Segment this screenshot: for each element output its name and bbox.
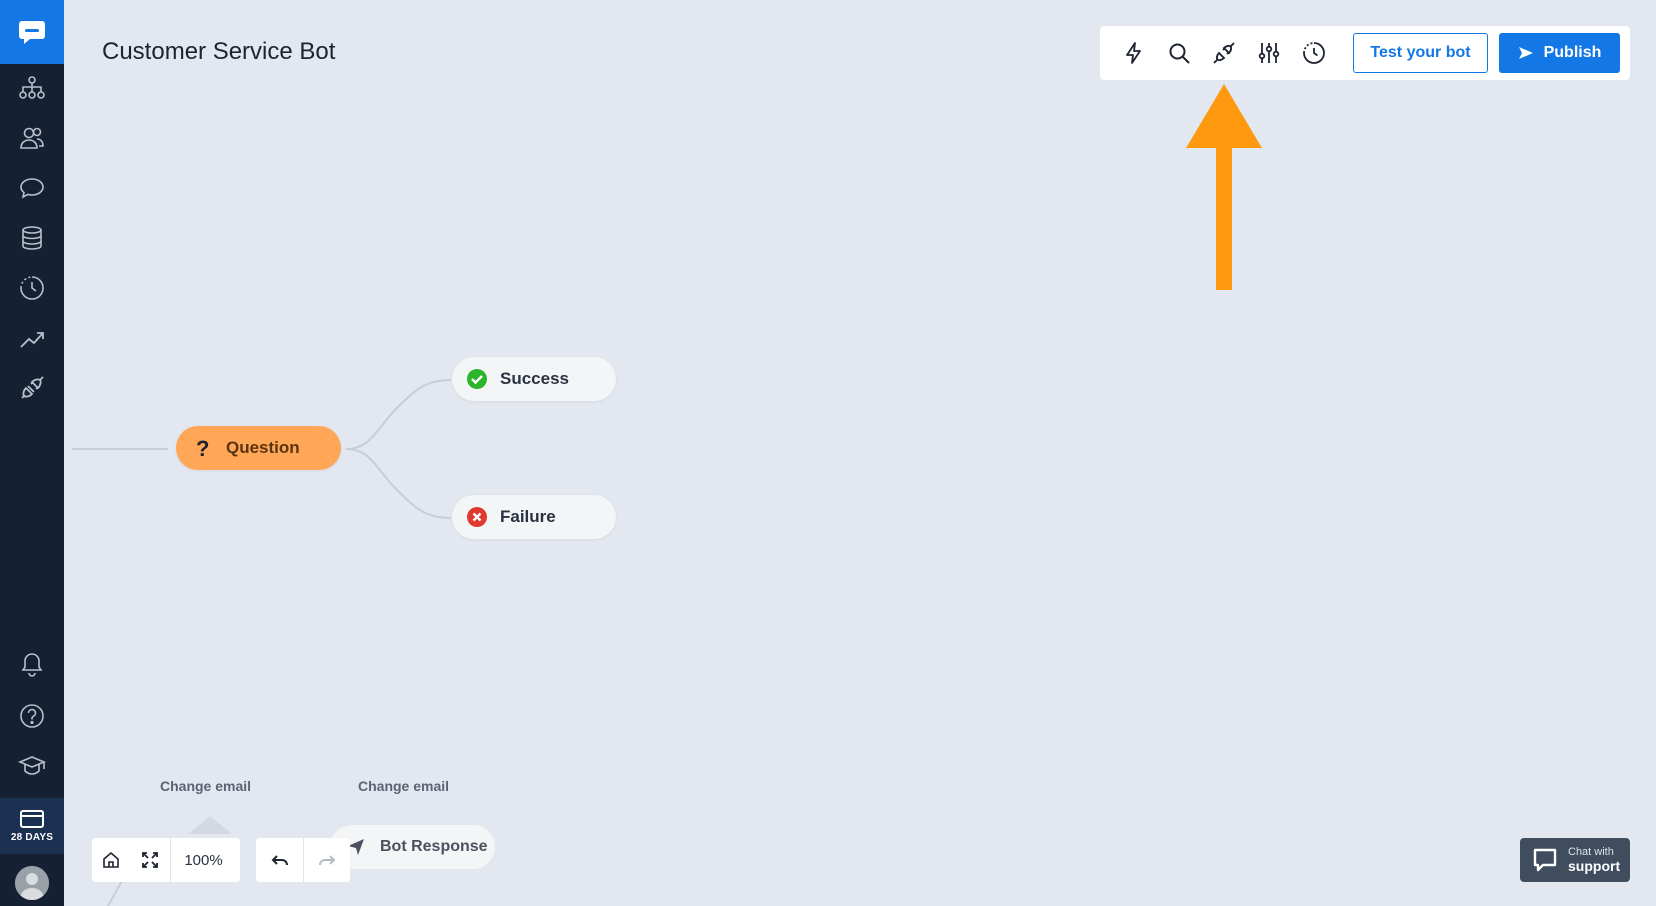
- search-button[interactable]: [1165, 39, 1193, 67]
- settings-button[interactable]: [1255, 39, 1283, 67]
- question-mark-icon: ?: [192, 437, 214, 459]
- chat-with-support-button[interactable]: Chat with support: [1520, 838, 1630, 882]
- change-email-label: Change email: [160, 778, 252, 794]
- page-title: Customer Service Bot: [102, 38, 336, 65]
- integrations-button[interactable]: [1210, 39, 1238, 67]
- stories-icon: [19, 76, 45, 99]
- training-icon: [20, 276, 44, 300]
- check-circle-icon: [466, 368, 488, 390]
- question-label: Question: [226, 438, 300, 457]
- home-button[interactable]: [92, 838, 130, 882]
- data-icon: [22, 226, 42, 250]
- sidebar-item-audience[interactable]: [0, 114, 64, 162]
- bot-response-label: Bot Response: [380, 838, 488, 855]
- zoom-controls: 100%: [92, 838, 240, 882]
- trial-days-label: 28 DAYS: [10, 831, 54, 843]
- support-line2: support: [1568, 858, 1621, 874]
- sidebar-item-notifications[interactable]: [0, 640, 64, 688]
- history-button[interactable]: [1300, 39, 1328, 67]
- integrations-icon: [21, 376, 44, 399]
- chatbot-logo[interactable]: [0, 0, 64, 64]
- svg-text:?: ?: [196, 437, 209, 459]
- publish-button[interactable]: Publish: [1499, 33, 1620, 73]
- lightning-button[interactable]: [1120, 39, 1148, 67]
- expand-icon: [142, 852, 158, 868]
- notifications-icon: [21, 653, 43, 677]
- user-avatar-icon: [15, 866, 49, 900]
- failure-label: Failure: [500, 507, 556, 526]
- trial-days-badge[interactable]: 28 DAYS: [0, 798, 64, 854]
- history-controls: [256, 838, 350, 882]
- home-icon: [103, 851, 119, 868]
- history-icon: [1303, 42, 1325, 64]
- chat-icon: [20, 178, 44, 199]
- sliders-icon: [1258, 43, 1280, 63]
- question-node[interactable]: ? Question: [176, 426, 341, 470]
- sidebar-item-reports[interactable]: [0, 314, 64, 362]
- support-chat-icon: [1533, 848, 1557, 872]
- lightning-icon: [1126, 42, 1141, 64]
- reports-icon: [20, 332, 44, 348]
- plug-icon: [1213, 42, 1235, 64]
- undo-button[interactable]: [256, 838, 303, 882]
- sidebar-item-chat[interactable]: [0, 164, 64, 212]
- success-label: Success: [500, 369, 569, 388]
- sidebar-item-stories[interactable]: [0, 64, 64, 112]
- chat-logo-icon: [19, 21, 45, 44]
- sidebar-item-data[interactable]: [0, 214, 64, 262]
- avatar[interactable]: [15, 866, 49, 900]
- redo-button[interactable]: [303, 838, 350, 882]
- undo-icon: [271, 855, 288, 866]
- annotation-arrow: [1186, 84, 1262, 290]
- sidebar-item-training[interactable]: [0, 264, 64, 312]
- credit-card-icon: [20, 809, 44, 828]
- x-circle-icon: [466, 506, 488, 528]
- search-icon: [1169, 43, 1190, 64]
- test-bot-button[interactable]: Test your bot: [1353, 33, 1488, 73]
- publish-label: Publish: [1543, 44, 1602, 61]
- zoom-level[interactable]: 100%: [170, 838, 236, 882]
- fit-screen-button[interactable]: [130, 838, 170, 882]
- bot-response-node[interactable]: Bot Response: [330, 825, 495, 869]
- help-icon: [20, 704, 44, 728]
- sidebar-item-integrations[interactable]: [0, 364, 64, 412]
- change-email-label: Change email: [358, 778, 450, 794]
- sidebar: 28 DAYS: [0, 0, 64, 906]
- send-icon: [1518, 47, 1533, 59]
- academy-icon: [18, 756, 46, 775]
- sidebar-item-academy[interactable]: [0, 742, 64, 790]
- sidebar-item-help[interactable]: [0, 692, 64, 740]
- top-toolbar: Test your bot Publish: [1100, 26, 1630, 80]
- redo-icon: [319, 855, 336, 866]
- node-connector-tip: [188, 816, 232, 834]
- success-node[interactable]: Success: [452, 357, 616, 401]
- failure-node[interactable]: Failure: [452, 495, 616, 539]
- audience-icon: [20, 127, 44, 149]
